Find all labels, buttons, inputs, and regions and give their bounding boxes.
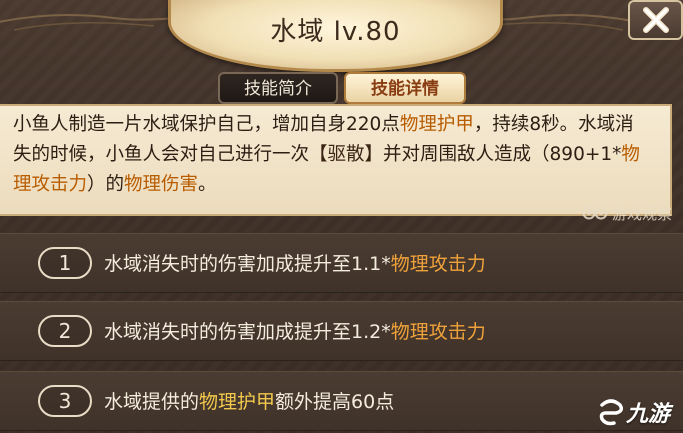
upgrade-text-main: 水域消失时的伤害加成提升至1.2* [104,321,391,343]
upgrade-text: 水域消失时的伤害加成提升至1.2*物理攻击力 [104,315,486,349]
upgrade-row: 1 水域消失时的伤害加成提升至1.1*物理攻击力 [0,233,683,293]
desc-highlight-damage: 物理伤害 [124,174,199,195]
upgrade-number-badge: 1 [38,247,92,279]
upgrade-row: 2 水域消失时的伤害加成提升至1.2*物理攻击力 [0,301,683,361]
site-watermark: 游戏观察 [582,200,672,226]
upgrade-text-highlight: 物理护甲 [199,391,276,413]
skill-detail-panel: 水域 lv.80 技能简介 技能详情 小鱼人制造一片水域保护自己，增加自身220… [0,0,683,433]
upgrade-text-main: 水域消失时的伤害加成提升至1.1* [104,253,391,275]
upgrade-text: 水域消失时的伤害加成提升至1.1*物理攻击力 [104,247,486,281]
upgrade-text-highlight: 物理攻击力 [390,321,486,343]
desc-text-5: 。 [198,174,217,195]
desc-highlight-dispel: 【驱散】 [309,144,384,165]
desc-text-1: 小鱼人制造一片水域保护自己，增加自身220点 [13,114,400,135]
logo-watermark-label: 九游 [626,402,671,427]
upgrade-number-badge: 2 [38,315,92,347]
skill-description: 小鱼人制造一片水域保护自己，增加自身220点物理护甲，持续8秒。水域消失的时候，… [13,110,652,200]
upgrade-text: 水域提供的物理护甲额外提高60点 [104,385,394,419]
ornament-left [0,13,194,31]
nine-game-logo-icon [599,399,624,426]
site-watermark-label: 游戏观察 [612,204,673,223]
desc-highlight-armor: 物理护甲 [399,114,474,135]
upgrade-text-main: 水域提供的 [104,391,200,413]
tab-skill-detail[interactable]: 技能详情 [344,72,466,104]
binoculars-icon [582,206,608,220]
desc-text-3: 并对周围敌人造成（890+1* [383,144,622,165]
skill-description-box: 小鱼人制造一片水域保护自己，增加自身220点物理护甲，持续8秒。水域消失的时候，… [0,104,672,216]
desc-text-4: ）的 [87,174,125,195]
upgrade-text-highlight: 物理攻击力 [390,253,486,275]
tab-skill-intro[interactable]: 技能简介 [218,72,338,104]
close-button[interactable] [628,0,683,40]
upgrade-row: 3 水域提供的物理护甲额外提高60点 [0,371,683,431]
upgrade-number-badge: 3 [38,385,92,417]
skill-title: 水域 lv.80 [270,17,401,47]
close-x-icon [642,7,669,33]
upgrade-text-suffix: 额外提高60点 [275,391,395,413]
logo-watermark: 九游 [596,394,670,430]
